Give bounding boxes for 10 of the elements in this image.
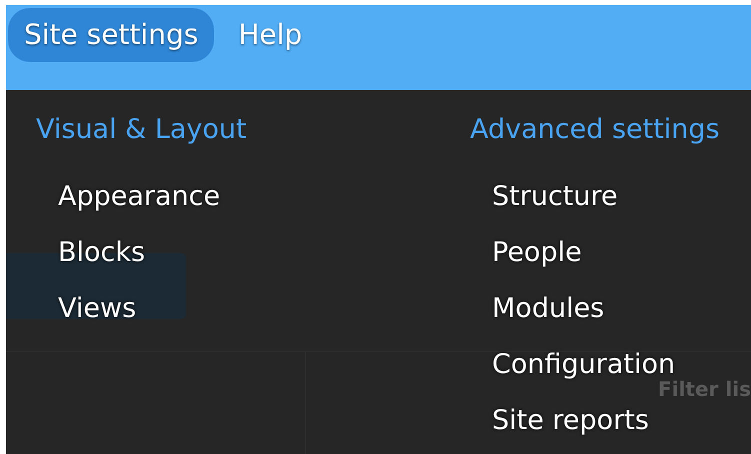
menu-item[interactable]: Modules — [492, 289, 720, 329]
menu-heading[interactable]: Visual & Layout — [36, 110, 470, 150]
menu-heading[interactable]: Advanced settings — [470, 110, 720, 150]
menu-item[interactable]: Site reports — [492, 401, 720, 441]
menu-item[interactable]: Blocks — [58, 233, 470, 273]
menu-item[interactable]: People — [492, 233, 720, 273]
menu-bar-item[interactable]: Site settings — [8, 8, 214, 62]
menu-item[interactable]: Structure — [492, 177, 720, 217]
menu-item[interactable]: Views — [58, 289, 470, 329]
menu-item[interactable]: Appearance — [58, 177, 470, 217]
